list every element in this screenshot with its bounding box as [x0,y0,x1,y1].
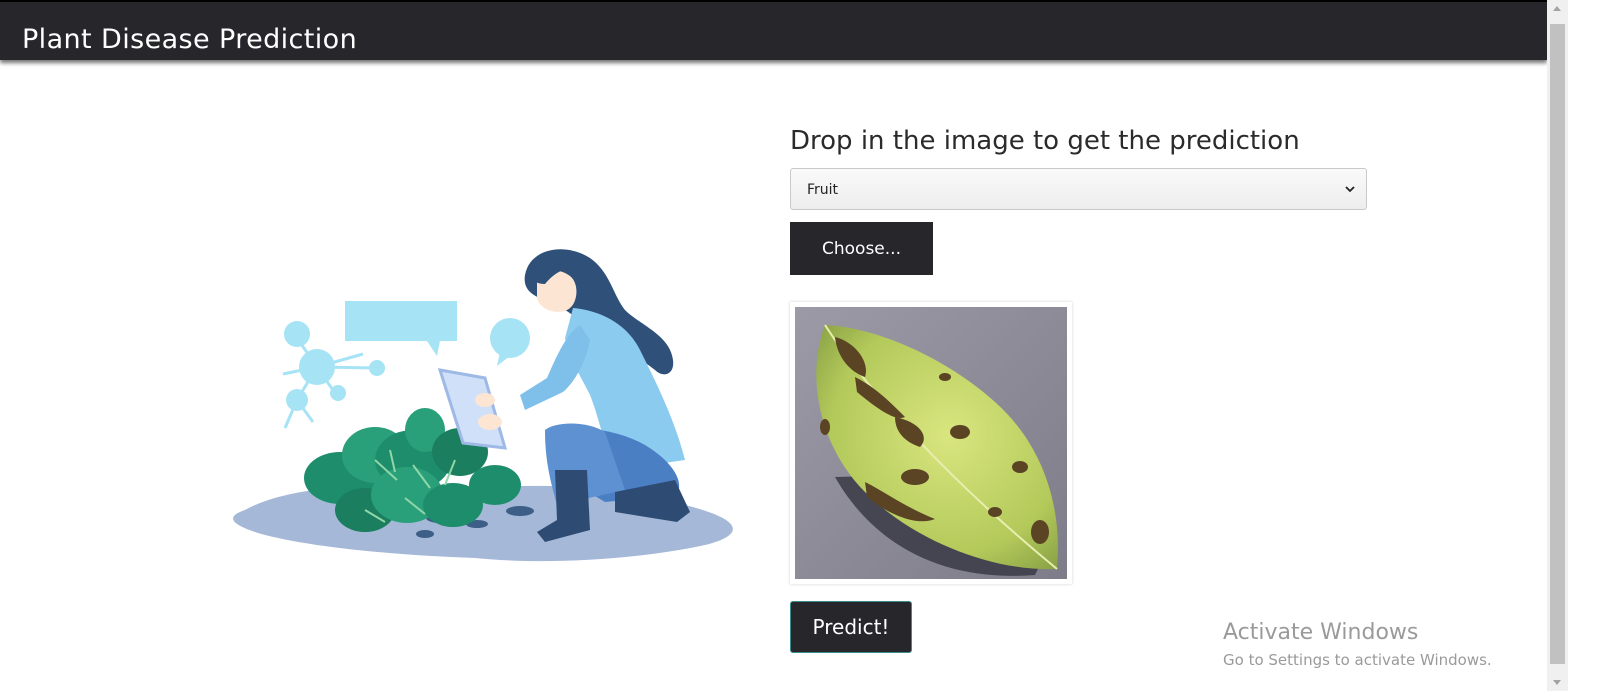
activation-title: Activate Windows [1223,620,1419,645]
image-preview [790,302,1072,584]
app-title[interactable]: Plant Disease Prediction [22,24,357,55]
predict-button[interactable]: Predict! [790,601,912,653]
vertical-scrollbar[interactable] [1547,0,1568,691]
upload-instruction-heading: Drop in the image to get the prediction [790,126,1300,156]
choose-file-button[interactable]: Choose... [790,222,933,275]
scroll-thumb[interactable] [1550,24,1565,664]
diseased-leaf-image [795,307,1067,579]
farmer-with-tablet-illustration [185,160,775,640]
scroll-up-arrow-icon[interactable] [1553,6,1561,11]
category-select[interactable]: Fruit [790,168,1367,210]
scroll-down-arrow-icon[interactable] [1553,680,1561,685]
top-navbar: Plant Disease Prediction [0,0,1547,60]
activation-subtitle: Go to Settings to activate Windows. [1223,651,1492,669]
chevron-down-icon [1345,186,1355,193]
windows-activation-watermark: Activate Windows Go to Settings to activ… [1223,620,1492,669]
category-select-value: Fruit [807,182,839,198]
